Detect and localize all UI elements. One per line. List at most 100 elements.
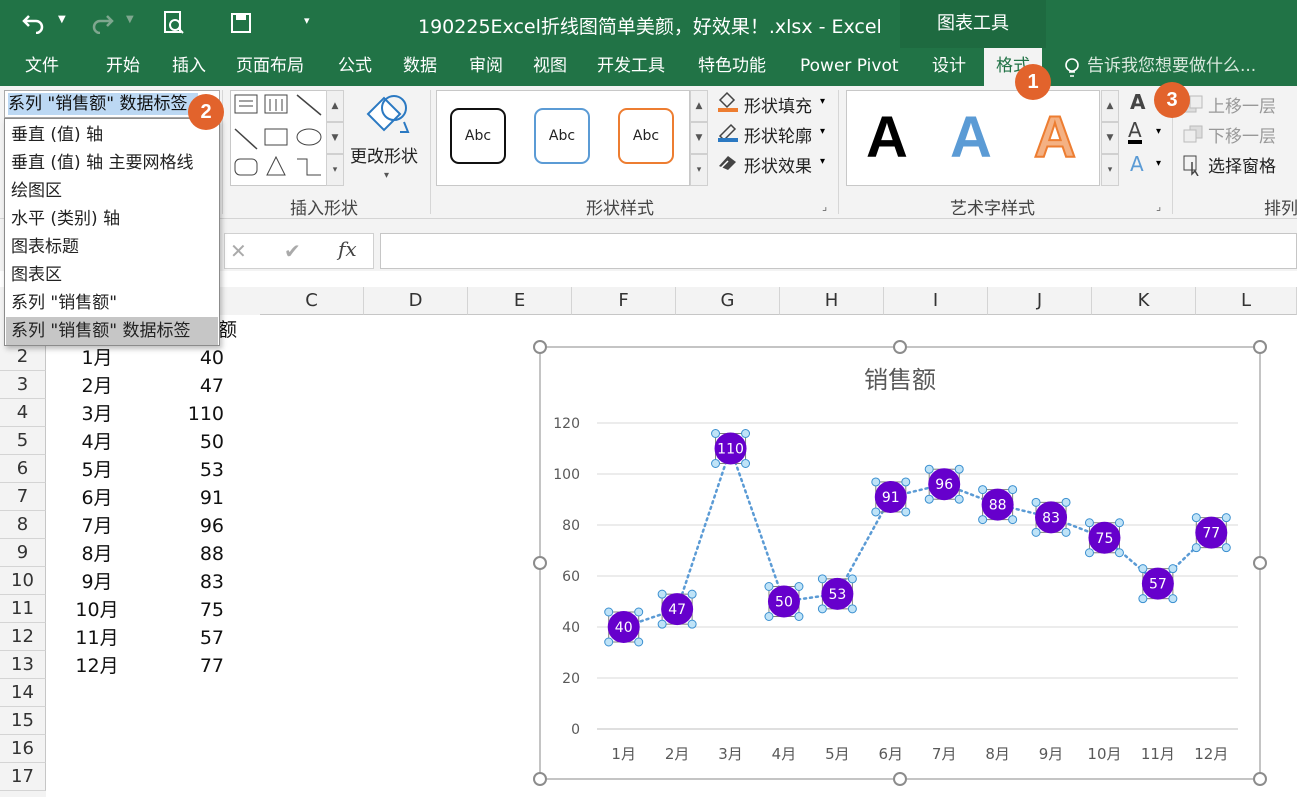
data-label[interactable]: 91	[882, 490, 900, 506]
tab-power-pivot[interactable]: Power Pivot	[800, 48, 899, 86]
label-selection-handle[interactable]	[901, 477, 911, 487]
label-selection-handle[interactable]	[794, 612, 804, 621]
shape-outline-button[interactable]: 形状轮廓	[744, 122, 812, 147]
dropdown-item-chart-area[interactable]: 图表区	[6, 261, 218, 289]
sales-value-cell[interactable]: 88	[150, 540, 224, 568]
wordart-scroll-up[interactable]: ▲	[1101, 90, 1119, 122]
dropdown-item-chart-title[interactable]: 图表标题	[6, 233, 218, 261]
row-header[interactable]: 10	[0, 567, 46, 595]
change-shape-icon[interactable]	[360, 92, 412, 140]
label-selection-handle[interactable]	[817, 574, 827, 584]
tab-insert[interactable]: 插入	[172, 48, 206, 86]
label-selection-handle[interactable]	[1168, 564, 1178, 574]
shapes-expand[interactable]: ▾	[326, 154, 344, 186]
sales-value-cell[interactable]: 47	[150, 372, 224, 400]
column-header-g[interactable]: G	[676, 287, 780, 315]
row-header[interactable]: 3	[0, 371, 46, 399]
tab-review[interactable]: 审阅	[469, 48, 503, 86]
dropdown-item-plot-area[interactable]: 绘图区	[6, 177, 218, 205]
customize-qat-icon[interactable]: ▾	[304, 14, 310, 27]
tab-design[interactable]: 设计	[932, 48, 966, 86]
label-selection-handle[interactable]	[634, 637, 644, 647]
row-header[interactable]: 9	[0, 539, 46, 567]
text-outline-dropdown-icon[interactable]: ▾	[1156, 126, 1161, 137]
sales-value-cell[interactable]: 75	[150, 596, 224, 624]
data-label[interactable]: 77	[1202, 526, 1220, 542]
label-selection-handle[interactable]	[978, 485, 988, 495]
sales-value-cell[interactable]: 57	[150, 624, 224, 652]
label-selection-handle[interactable]	[1138, 564, 1148, 574]
month-cell[interactable]: 6月	[60, 484, 134, 512]
label-selection-handle[interactable]	[687, 589, 697, 599]
sales-value-cell[interactable]: 40	[150, 344, 224, 372]
label-selection-handle[interactable]	[1008, 515, 1018, 525]
tab-page-layout[interactable]: 页面布局	[236, 48, 304, 86]
label-selection-handle[interactable]	[604, 637, 614, 647]
label-selection-handle[interactable]	[1191, 513, 1201, 523]
label-selection-handle[interactable]	[657, 589, 667, 599]
row-header[interactable]: 4	[0, 399, 46, 427]
sales-value-cell[interactable]: 77	[150, 652, 224, 680]
dropdown-item-series-data-labels[interactable]: 系列 "销售额" 数据标签	[6, 317, 218, 345]
shapes-scroll-down[interactable]: ▼	[326, 122, 344, 154]
shape-style-orange[interactable]: Abc	[618, 108, 674, 164]
label-selection-handle[interactable]	[1221, 513, 1231, 523]
label-selection-handle[interactable]	[634, 607, 644, 617]
shape-fill-button[interactable]: 形状填充	[744, 92, 812, 117]
row-header[interactable]: 15	[0, 707, 46, 735]
label-selection-handle[interactable]	[847, 604, 857, 614]
month-cell[interactable]: 11月	[60, 624, 134, 652]
data-label[interactable]: 88	[989, 498, 1007, 514]
save-icon[interactable]	[230, 12, 252, 34]
row-header[interactable]: 6	[0, 455, 46, 483]
row-header[interactable]: 17	[0, 763, 46, 791]
row-header[interactable]: 8	[0, 511, 46, 539]
text-fill-icon[interactable]: A	[1130, 90, 1145, 114]
change-shape-dropdown-icon[interactable]: ▾	[384, 170, 389, 181]
undo-icon[interactable]	[22, 12, 46, 34]
wordart-launcher-icon[interactable]: ⌟	[1156, 200, 1161, 213]
month-cell[interactable]: 8月	[60, 540, 134, 568]
label-selection-handle[interactable]	[711, 459, 721, 468]
shape-style-blue[interactable]: Abc	[534, 108, 590, 164]
chart-resize-handle[interactable]	[1253, 772, 1267, 786]
data-label[interactable]: 96	[935, 477, 953, 493]
column-header-l[interactable]: L	[1196, 287, 1297, 315]
label-selection-handle[interactable]	[1114, 518, 1124, 528]
month-cell[interactable]: 2月	[60, 372, 134, 400]
month-cell[interactable]: 10月	[60, 596, 134, 624]
row-header[interactable]: 7	[0, 483, 46, 511]
label-selection-handle[interactable]	[764, 582, 774, 591]
data-label[interactable]: 75	[1096, 531, 1114, 547]
month-cell[interactable]: 9月	[60, 568, 134, 596]
month-cell[interactable]: 1月	[60, 344, 134, 372]
row-header[interactable]: 2	[0, 343, 46, 371]
tab-special-features[interactable]: 特色功能	[698, 48, 766, 86]
dropdown-item-series[interactable]: 系列 "销售额"	[6, 289, 218, 317]
month-cell[interactable]: 4月	[60, 428, 134, 456]
label-selection-handle[interactable]	[711, 429, 721, 438]
label-selection-handle[interactable]	[604, 607, 614, 617]
label-selection-handle[interactable]	[1031, 527, 1041, 537]
formula-input[interactable]	[380, 233, 1297, 269]
shape-effect-button[interactable]: 形状效果	[744, 152, 812, 177]
sales-value-cell[interactable]: 53	[150, 456, 224, 484]
chart-resize-handle[interactable]	[533, 772, 547, 786]
data-label[interactable]: 110	[717, 442, 744, 458]
label-selection-handle[interactable]	[954, 464, 964, 474]
data-label[interactable]: 83	[1042, 510, 1060, 526]
tab-file[interactable]: 文件	[25, 48, 59, 86]
label-selection-handle[interactable]	[657, 619, 667, 629]
label-selection-handle[interactable]	[1008, 485, 1018, 495]
label-selection-handle[interactable]	[741, 429, 751, 438]
column-header-j[interactable]: J	[988, 287, 1092, 315]
row-header[interactable]: 16	[0, 735, 46, 763]
label-selection-handle[interactable]	[1084, 518, 1094, 528]
chart-area[interactable]	[539, 346, 1261, 780]
month-cell[interactable]: 7月	[60, 512, 134, 540]
label-selection-handle[interactable]	[1168, 594, 1178, 604]
sales-value-cell[interactable]: 50	[150, 428, 224, 456]
wordart-style-blue[interactable]: A	[950, 108, 992, 168]
change-shape-button[interactable]: 更改形状	[350, 142, 418, 167]
sales-value-cell[interactable]: 110	[150, 400, 224, 428]
